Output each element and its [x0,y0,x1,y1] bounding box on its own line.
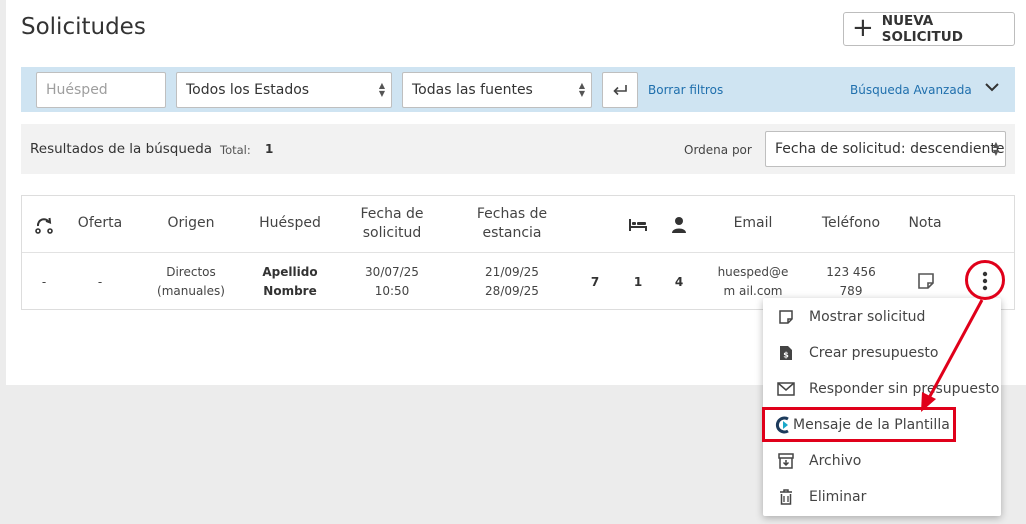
annotation-arrow [921,299,984,412]
